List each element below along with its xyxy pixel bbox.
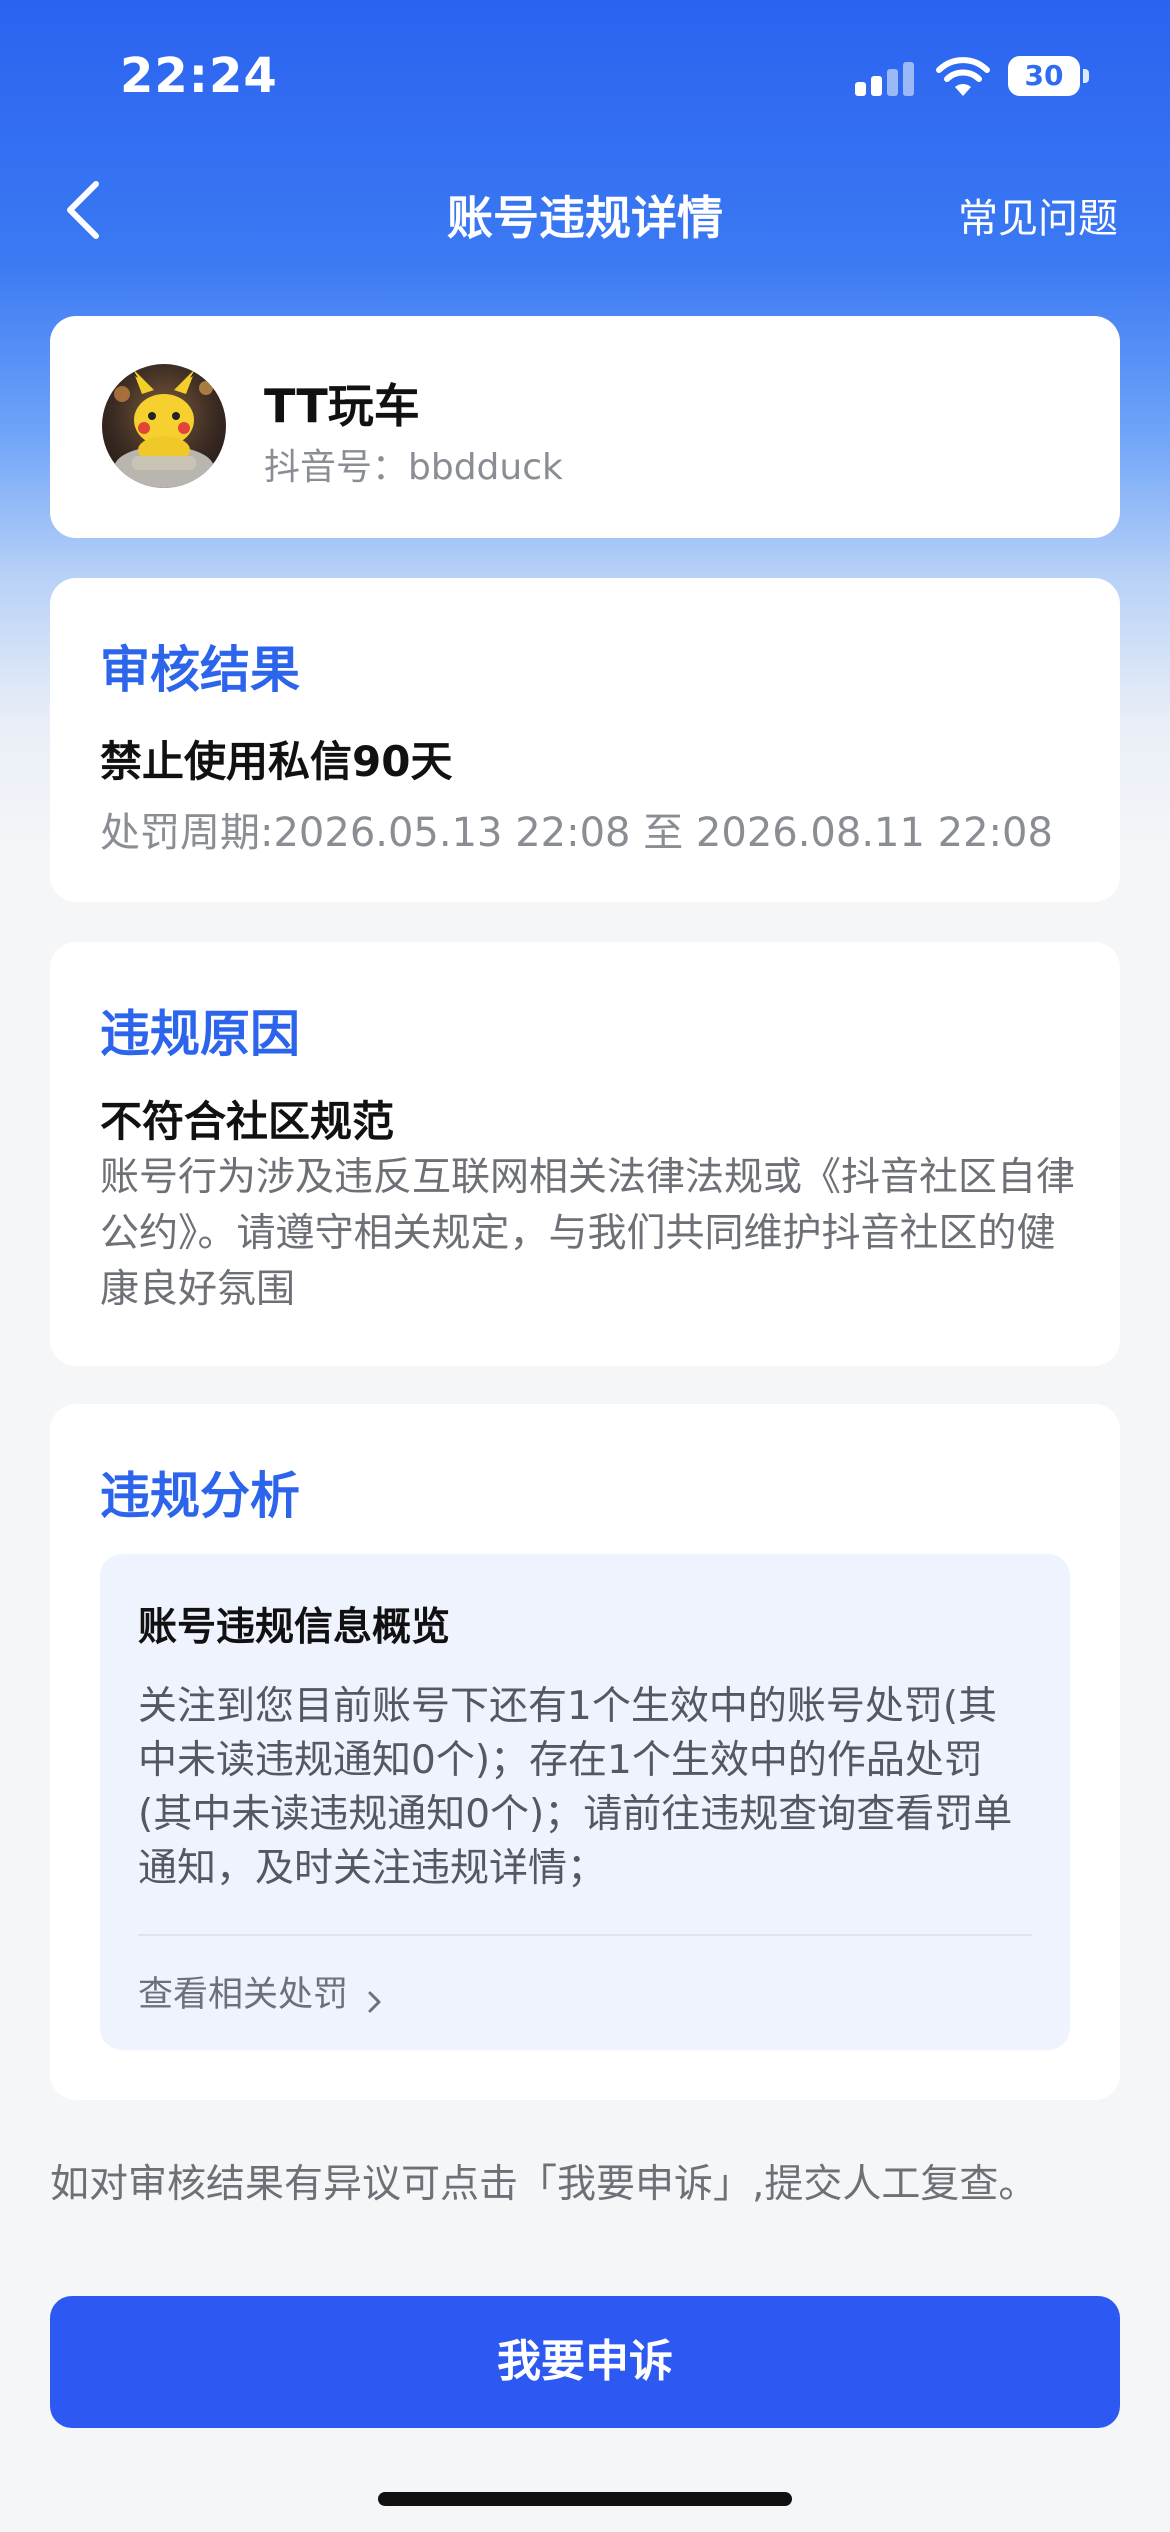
status-bar: 22:24 30 xyxy=(0,0,1170,160)
overview-text: 关注到您目前账号下还有1个生效中的账号处罚(其中未读违规通知0个)；存在1个生效… xyxy=(138,1684,1013,1891)
review-result-title: 审核结果 xyxy=(100,641,300,699)
review-result-card: 审核结果 禁止使用私信90天 处罚周期:2026.05.13 22:08 至 2… xyxy=(50,578,1120,902)
violation-reason-title: 违规原因 xyxy=(100,1005,300,1063)
wifi-icon xyxy=(936,57,990,96)
avatar[interactable] xyxy=(102,364,226,488)
signal-icon xyxy=(855,62,914,96)
chevron-right-icon xyxy=(368,1991,381,2012)
profile-card: TT玩车 抖音号：bbdduck xyxy=(50,316,1120,538)
navigation-bar: 账号违规详情 常见问题 xyxy=(0,160,1170,260)
view-related-penalties-link[interactable]: 查看相关处罚 xyxy=(138,1966,385,2016)
status-time: 22:24 xyxy=(120,48,278,104)
penalty-description: 禁止使用私信90天 xyxy=(100,737,453,786)
violation-analysis-card: 违规分析 账号违规信息概览 关注到您目前账号下还有1个生效中的账号处罚(其中未读… xyxy=(50,1404,1120,2100)
violation-analysis-title: 违规分析 xyxy=(100,1467,300,1525)
appeal-button[interactable]: 我要申诉 xyxy=(50,2296,1120,2428)
violation-reason-summary: 不符合社区规范 xyxy=(100,1097,395,1146)
battery-icon: 30 xyxy=(1008,56,1090,96)
profile-name: TT玩车 xyxy=(264,379,420,433)
appeal-note: 如对审核结果有异议可点击「我要申诉」,提交人工复查。 xyxy=(50,2162,1038,2207)
violation-reason-card: 违规原因 不符合社区规范 账号行为涉及违反互联网相关法律法规或《抖音社区自律公约… xyxy=(50,942,1120,1366)
violation-overview-box: 账号违规信息概览 关注到您目前账号下还有1个生效中的账号处罚(其中未读违规通知0… xyxy=(100,1554,1070,2050)
divider xyxy=(138,1934,1032,1936)
penalty-period: 处罚周期:2026.05.13 22:08 至 2026.08.11 22:08 xyxy=(100,810,1053,856)
profile-douyin-id: 抖音号：bbdduck xyxy=(264,447,563,488)
overview-title: 账号违规信息概览 xyxy=(138,1605,451,1650)
home-indicator[interactable] xyxy=(378,2492,792,2506)
view-related-penalties-label: 查看相关处罚 xyxy=(138,1975,349,2015)
battery-level: 30 xyxy=(1008,56,1080,96)
violation-reason-description: 账号行为涉及违反互联网相关法律法规或《抖音社区自律公约》。请遵守相关规定，与我们… xyxy=(100,1155,1076,1312)
faq-link[interactable]: 常见问题 xyxy=(958,186,1118,244)
